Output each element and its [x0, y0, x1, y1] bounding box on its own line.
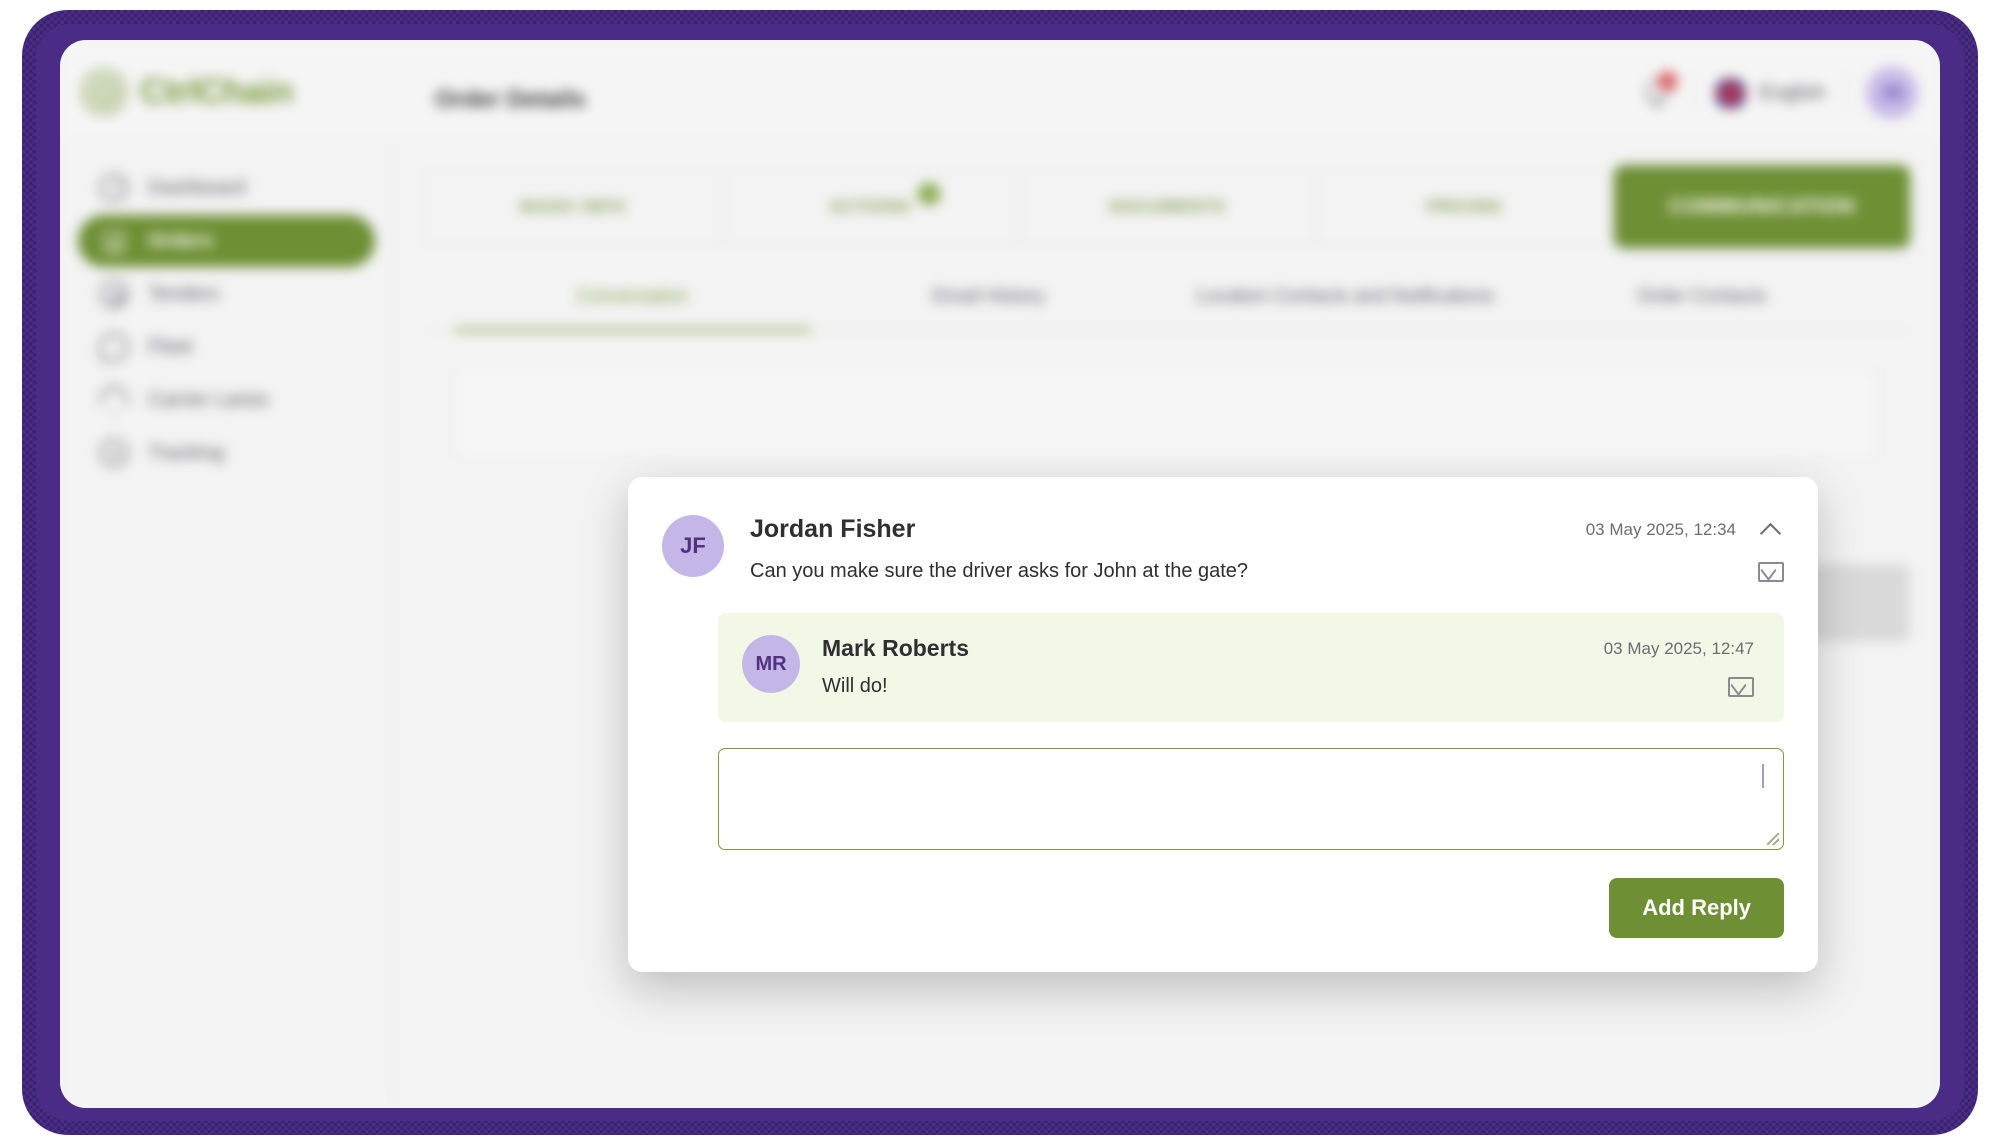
truck-icon: [100, 333, 128, 361]
sidebar-item-label: Tenders: [148, 282, 220, 305]
sidebar-item-label: Fleet: [148, 335, 193, 358]
dialog-footer: Add Reply: [662, 878, 1784, 938]
sidebar-navigation: Dashboard Orders Tenders Fleet Carrier L…: [60, 144, 394, 1108]
target-icon: [100, 439, 128, 467]
chevron-up-icon[interactable]: [1758, 517, 1784, 543]
message-text: Can you make sure the driver asks for Jo…: [750, 560, 1249, 582]
reply-textarea[interactable]: [718, 748, 1784, 850]
target-icon: [82, 70, 126, 114]
envelope-icon[interactable]: [1758, 561, 1784, 582]
thread-root-message: JF Jordan Fisher 03 May 2025, 12:34 Can …: [662, 515, 1784, 583]
sidebar-item-label: Dashboard: [148, 176, 246, 199]
application-window: CtrlChain Order Details 1 English JS Das…: [60, 40, 1940, 1108]
tab-actions[interactable]: ACTIONS 1: [722, 170, 1020, 243]
sidebar-item-label: Tracking: [148, 441, 224, 464]
reply-author: Mark Roberts: [822, 635, 969, 661]
sidebar-item-tracking[interactable]: Tracking: [78, 427, 375, 479]
tab-label: PRICING: [1426, 197, 1503, 216]
gauge-icon: [100, 174, 128, 202]
sidebar-item-orders[interactable]: Orders: [78, 215, 375, 267]
tab-basic-info[interactable]: BASIC INFO: [424, 170, 723, 243]
avatar[interactable]: JS: [1866, 67, 1918, 119]
sidebar-item-label: Orders: [148, 229, 214, 252]
communication-subtabs: Conversation Email History Location Cont…: [424, 286, 1910, 332]
reply-timestamp: 03 May 2025, 12:47: [1603, 638, 1754, 658]
header-actions: 1 English JS: [1640, 64, 1918, 122]
sidebar-item-tenders[interactable]: Tenders: [78, 268, 375, 320]
tab-label: BASIC INFO: [520, 197, 626, 216]
tab-communication[interactable]: COMMUNICATION: [1613, 165, 1911, 248]
subtab-conversation[interactable]: Conversation: [454, 286, 811, 332]
clipboard-icon: [100, 227, 128, 255]
header-divider-1: [1694, 73, 1696, 113]
message-timestamp: 03 May 2025, 12:34: [1585, 519, 1736, 539]
tab-documents[interactable]: DOCUMENTS: [1019, 170, 1317, 243]
header-divider-2: [1845, 73, 1846, 113]
decorative-window-frame: CtrlChain Order Details 1 English JS Das…: [22, 10, 1978, 1135]
notifications-bell-button[interactable]: 1: [1640, 72, 1678, 110]
brand-name: CtrlChain: [140, 72, 294, 111]
message-author: Jordan Fisher: [750, 515, 916, 543]
uk-flag-icon: [1715, 77, 1747, 109]
subtab-email-history[interactable]: Email History: [811, 286, 1168, 330]
pin-icon: [100, 386, 128, 414]
subtab-label: Conversation: [576, 286, 689, 307]
tab-pricing[interactable]: PRICING: [1316, 170, 1614, 243]
brand-logo[interactable]: CtrlChain: [82, 70, 294, 114]
subtab-label: Location Contacts and Notifications: [1196, 286, 1495, 307]
subtab-label: Email History: [932, 286, 1045, 307]
text-cursor: [1762, 764, 1764, 788]
bell-clapper-icon: [1653, 102, 1662, 107]
language-selector[interactable]: English: [1715, 77, 1825, 109]
tab-label: COMMUNICATION: [1668, 194, 1856, 218]
sidebar-item-fleet[interactable]: Fleet: [78, 321, 375, 373]
sidebar-item-label: Carrier Lanes: [148, 388, 270, 411]
gear-icon: [100, 280, 128, 308]
tab-label: DOCUMENTS: [1109, 197, 1226, 216]
top-header-bar: CtrlChain Order Details 1 English JS: [60, 40, 1940, 144]
avatar: MR: [742, 635, 800, 693]
sidebar-item-carrier-lanes[interactable]: Carrier Lanes: [78, 374, 375, 426]
subtab-label: Order Contacts: [1637, 286, 1767, 307]
language-label: English: [1759, 81, 1825, 104]
conversation-message-input[interactable]: [454, 367, 1880, 459]
sidebar-item-dashboard[interactable]: Dashboard: [78, 162, 375, 214]
subtab-location-contacts[interactable]: Location Contacts and Notifications: [1167, 286, 1524, 330]
tab-label: ACTIONS: [829, 197, 911, 216]
order-detail-tabs: BASIC INFO ACTIONS 1 DOCUMENTS PRICING C…: [424, 165, 1911, 248]
subtab-order-contacts[interactable]: Order Contacts: [1524, 286, 1881, 330]
notification-badge: 1: [1658, 72, 1678, 91]
conversation-thread-dialog: JF Jordan Fisher 03 May 2025, 12:34 Can …: [628, 477, 1818, 972]
status-badge: 1: [918, 183, 941, 205]
page-title: Order Details: [435, 86, 586, 113]
avatar: JF: [662, 515, 724, 577]
add-reply-button[interactable]: Add Reply: [1609, 878, 1784, 938]
reply-input-container: [718, 748, 1784, 850]
thread-reply-message: MR Mark Roberts 03 May 2025, 12:47 Will …: [718, 613, 1784, 722]
envelope-icon[interactable]: [1728, 676, 1754, 697]
reply-text: Will do!: [822, 675, 888, 697]
